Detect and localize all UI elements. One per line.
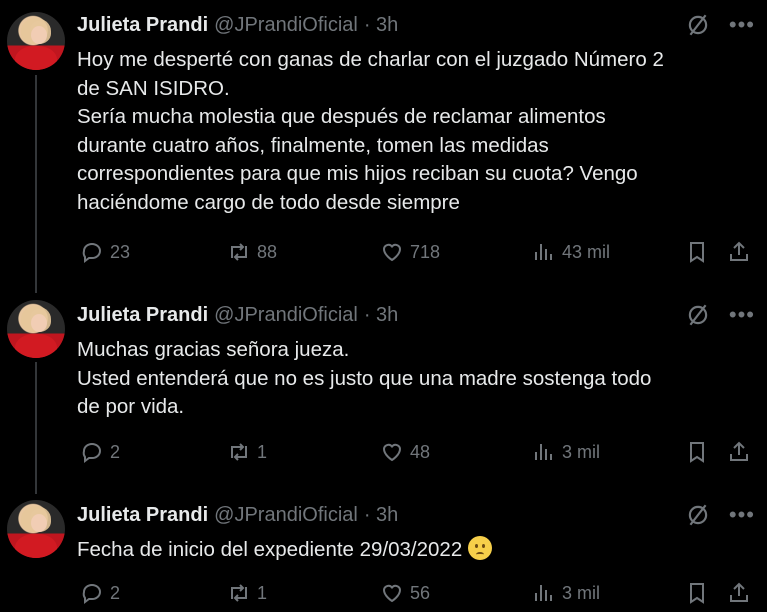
action-bar: 2 1 56 3 mil [77, 578, 755, 608]
tweet-text: Hoy me desperté con ganas de charlar con… [77, 46, 749, 217]
tweet-line: de por vida. [77, 395, 185, 418]
views-count: 3 mil [562, 441, 601, 462]
views-count: 43 mil [562, 241, 611, 262]
bookmark-icon [690, 583, 704, 604]
share-icon [730, 441, 748, 461]
tweet-header: Julieta Prandi @JPrandiOficial · 3h [77, 12, 398, 38]
share-button[interactable] [727, 440, 751, 464]
bookmark-button[interactable] [685, 581, 709, 605]
avatar[interactable] [7, 500, 65, 558]
reply-icon [82, 584, 101, 604]
grok-icon[interactable] [685, 302, 711, 328]
author-handle[interactable]: @JPrandiOficial [214, 14, 358, 37]
tweet[interactable]: Julieta Prandi @JPrandiOficial · 3h ••• … [0, 290, 767, 490]
grok-icon[interactable] [685, 12, 711, 38]
retweet-button[interactable]: 1 [227, 581, 267, 605]
like-button[interactable]: 718 [380, 240, 440, 264]
reply-count: 2 [110, 582, 121, 603]
confused-face-emoji [468, 536, 493, 560]
like-count: 718 [410, 241, 441, 262]
views-button[interactable]: 3 mil [532, 440, 600, 464]
tweet-line-text: Fecha de inicio del expediente 29/03/202… [77, 538, 463, 561]
author-name[interactable]: Julieta Prandi [77, 304, 208, 327]
like-button[interactable]: 48 [380, 440, 430, 464]
timestamp[interactable]: · 3h [364, 14, 398, 37]
tweet-line: correspondientes para que mis hijos reci… [77, 162, 638, 185]
retweet-button[interactable]: 1 [227, 440, 267, 464]
timestamp[interactable]: · 3h [364, 504, 398, 527]
action-bar: 23 88 718 43 mil [77, 237, 755, 267]
like-icon [382, 584, 402, 603]
retweet-count: 1 [257, 441, 268, 462]
reply-count: 2 [110, 441, 121, 462]
tweet[interactable]: Julieta Prandi @JPrandiOficial · 3h ••• … [0, 0, 767, 290]
share-button[interactable] [727, 240, 751, 264]
like-count: 56 [410, 582, 431, 603]
views-icon [535, 444, 552, 460]
reply-count: 23 [110, 241, 131, 262]
share-icon [730, 241, 748, 261]
tweet-line: haciéndome cargo de todo desde siempre [77, 190, 460, 214]
author-handle[interactable]: @JPrandiOficial [214, 304, 358, 327]
action-bar: 2 1 48 3 mil [77, 437, 755, 467]
retweet-icon [231, 584, 247, 602]
views-count: 3 mil [562, 582, 601, 603]
like-icon [382, 243, 402, 262]
more-icon[interactable]: ••• [729, 14, 755, 36]
tweet-header: Julieta Prandi @JPrandiOficial · 3h [77, 502, 398, 528]
tweet-line: Sería mucha molestia que después de recl… [77, 105, 606, 128]
retweet-icon [231, 443, 247, 461]
reply-button[interactable]: 2 [80, 440, 120, 464]
bookmark-icon [690, 442, 704, 463]
reply-button[interactable]: 23 [80, 240, 130, 264]
more-icon[interactable]: ••• [729, 504, 755, 526]
avatar[interactable] [7, 12, 65, 70]
views-button[interactable]: 43 mil [532, 240, 610, 264]
share-icon [730, 582, 748, 602]
more-icon[interactable]: ••• [729, 304, 755, 326]
retweet-count: 88 [257, 241, 278, 262]
retweet-count: 1 [257, 582, 268, 603]
tweet-line: durante cuatro años, finalmente, tomen l… [77, 133, 549, 157]
reply-icon [82, 243, 101, 263]
reply-icon [82, 443, 101, 463]
like-count: 48 [410, 441, 431, 462]
bookmark-icon [690, 242, 704, 263]
views-button[interactable]: 3 mil [532, 581, 600, 605]
retweet-button[interactable]: 88 [227, 240, 277, 264]
tweet-line: Muchas gracias señora jueza. [77, 338, 350, 361]
tweet-text: Fecha de inicio del expediente 29/03/202… [77, 536, 749, 565]
author-handle[interactable]: @JPrandiOficial [214, 504, 358, 527]
bookmark-button[interactable] [685, 440, 709, 464]
tweet-line: Hoy me desperté con ganas de charlar con… [77, 48, 664, 71]
tweet-header: Julieta Prandi @JPrandiOficial · 3h [77, 302, 398, 328]
tweet[interactable]: Julieta Prandi @JPrandiOficial · 3h ••• … [0, 490, 767, 612]
reply-button[interactable]: 2 [80, 581, 120, 605]
retweet-icon [231, 243, 247, 261]
grok-icon[interactable] [685, 502, 711, 528]
like-icon [382, 443, 402, 462]
tweet-line: de SAN ISIDRO. [77, 76, 230, 100]
avatar[interactable] [7, 300, 65, 358]
views-icon [535, 585, 552, 601]
share-button[interactable] [727, 581, 751, 605]
tweet-line: Fecha de inicio del expediente 29/03/202… [77, 536, 749, 565]
author-name[interactable]: Julieta Prandi [77, 14, 208, 37]
like-button[interactable]: 56 [380, 581, 430, 605]
views-icon [535, 244, 552, 260]
timestamp[interactable]: · 3h [364, 304, 398, 327]
tweet-line: Usted entenderá que no es justo que una … [77, 366, 652, 390]
author-name[interactable]: Julieta Prandi [77, 504, 208, 527]
bookmark-button[interactable] [685, 240, 709, 264]
tweet-text: Muchas gracias señora jueza. Usted enten… [77, 336, 749, 422]
